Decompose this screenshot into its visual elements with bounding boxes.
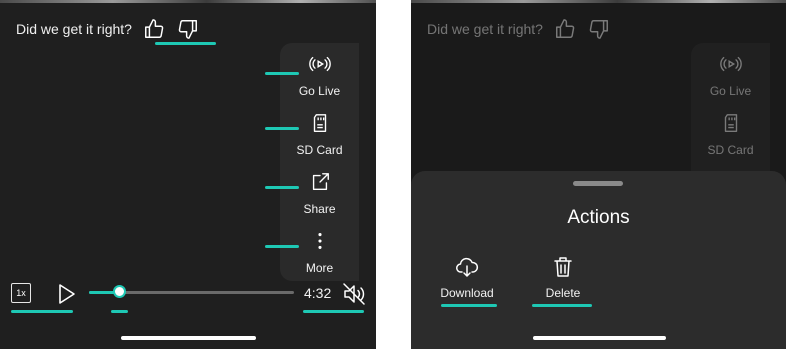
thumbs-down-icon: [587, 17, 611, 41]
sheet-grabber[interactable]: [573, 181, 623, 186]
broadcast-icon: [308, 52, 332, 76]
broadcast-icon: [719, 52, 743, 76]
download-label: Download: [440, 286, 494, 300]
download-button[interactable]: Download: [427, 255, 507, 300]
player-screen: Did we get it right? Go Live SD Card Sha…: [0, 0, 376, 349]
sheet-title: Actions: [567, 207, 630, 228]
side-item-label: Go Live: [709, 84, 752, 98]
go-live-indicator: [265, 72, 299, 75]
thumbs-indicator: [155, 42, 216, 45]
thumbs-down-icon[interactable]: [176, 17, 200, 41]
cloud-download-icon: [455, 255, 479, 279]
delete-label: Delete: [545, 286, 581, 300]
sd-card-indicator: [265, 127, 299, 130]
feedback-row: Did we get it right?: [16, 16, 200, 42]
thumbs-up-icon[interactable]: [142, 17, 166, 41]
controls-indicator: [11, 310, 73, 313]
home-indicator: [121, 336, 256, 340]
volume-muted-icon[interactable]: [341, 281, 367, 307]
side-item-more[interactable]: More: [280, 220, 359, 279]
side-item-label: Share: [303, 202, 336, 216]
video-preview-strip: [411, 0, 786, 3]
scrubber-indicator: [111, 310, 128, 313]
actions-sheet: Actions Download Delete: [411, 171, 786, 349]
playback-speed-button[interactable]: 1x: [11, 283, 31, 303]
time-indicator: [303, 310, 364, 313]
actions-screen: Did we get it right? Go Live SD Card Act…: [411, 0, 786, 349]
share-icon: [308, 170, 332, 194]
home-indicator: [533, 336, 666, 340]
thumbs-up-icon: [553, 17, 577, 41]
side-item-share[interactable]: Share: [280, 161, 359, 220]
delete-button[interactable]: Delete: [523, 255, 603, 300]
video-preview-strip: [0, 0, 376, 3]
more-indicator: [265, 245, 299, 248]
side-item-label: Go Live: [298, 84, 341, 98]
side-item-sd-card: SD Card: [691, 102, 770, 161]
share-indicator: [265, 186, 299, 189]
side-item-sd-card[interactable]: SD Card: [280, 102, 359, 161]
more-vertical-icon: [308, 229, 332, 253]
download-indicator: [441, 304, 497, 307]
feedback-question: Did we get it right?: [16, 21, 132, 37]
side-item-label: SD Card: [296, 143, 343, 157]
sd-card-icon: [308, 111, 332, 135]
feedback-row: Did we get it right?: [427, 16, 611, 42]
time-remaining: 4:32: [304, 285, 332, 301]
sd-card-icon: [719, 111, 743, 135]
delete-indicator: [532, 304, 592, 307]
side-item-label: More: [305, 261, 334, 275]
play-icon[interactable]: [54, 282, 78, 306]
side-item-label: SD Card: [707, 143, 754, 157]
feedback-question: Did we get it right?: [427, 21, 543, 37]
progress-knob[interactable]: [113, 285, 127, 298]
trash-icon: [551, 255, 575, 279]
side-item-go-live: Go Live: [691, 43, 770, 102]
